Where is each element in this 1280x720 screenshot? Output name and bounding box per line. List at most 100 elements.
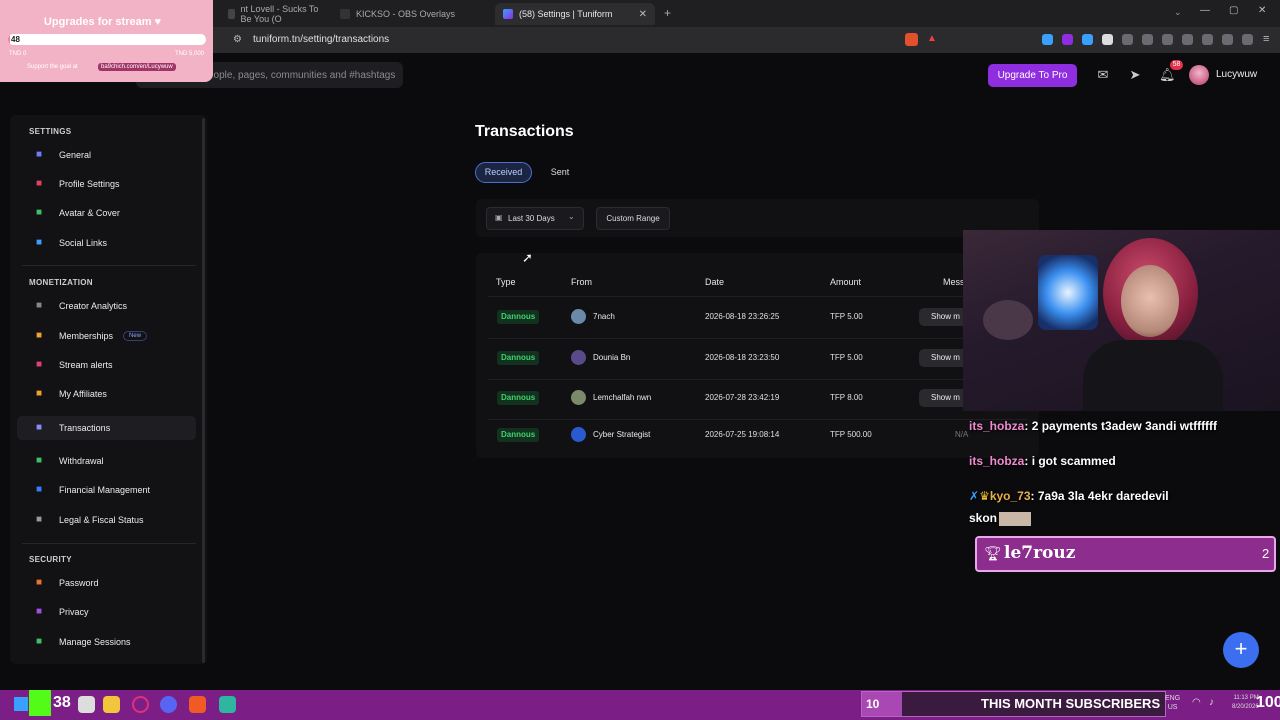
close-window-icon[interactable]: ✕	[1258, 5, 1266, 16]
vpn-icon[interactable]	[1242, 34, 1253, 45]
twitter-icon: ■	[35, 237, 43, 248]
file-explorer-icon[interactable]	[103, 696, 120, 713]
leo-icon[interactable]	[1222, 34, 1233, 45]
extension-icon[interactable]	[1042, 34, 1053, 45]
url-field[interactable]: tuniform.tn/setting/transactions	[253, 34, 389, 45]
page-title: Transactions	[475, 123, 574, 140]
from-name: 7nach	[593, 312, 615, 321]
from-name: Cyber Strategist	[593, 430, 651, 439]
speaker-icon[interactable]: ♪	[1209, 697, 1214, 708]
brave-icon[interactable]	[189, 696, 206, 713]
sword-badge-icon: ✗	[969, 489, 980, 503]
mouse-cursor-icon: ➚	[522, 250, 533, 265]
custom-range-button[interactable]: Custom Range	[596, 207, 670, 230]
broadcast-icon: ■	[35, 359, 43, 370]
tab-received[interactable]: Received	[475, 162, 532, 183]
upgrade-to-pro-button[interactable]: Upgrade To Pro	[988, 64, 1077, 87]
avatar	[571, 309, 586, 324]
trophy-icon: 🏆︎	[984, 545, 1002, 561]
sidebar-section-heading: SETTINGS	[29, 127, 72, 136]
system-clock[interactable]: 11:13 PM 8/20/2026	[1232, 694, 1259, 712]
image-icon: ■	[35, 207, 43, 218]
new-tab-icon[interactable]: +	[664, 6, 671, 20]
brave-shield-icon[interactable]	[905, 33, 918, 46]
sidebar-item-creator-analytics[interactable]: ■ Creator Analytics	[24, 294, 196, 318]
type-badge: Dannous	[497, 391, 540, 405]
show-message-button[interactable]: Show m	[919, 389, 969, 407]
amount-cell: TFP 5.00	[830, 353, 863, 362]
extension-icon[interactable]	[1122, 34, 1133, 45]
site-info-icon[interactable]: ⚙	[233, 34, 242, 45]
extension-icon[interactable]	[1062, 34, 1073, 45]
wallet-icon[interactable]	[1202, 34, 1213, 45]
crown-badge-icon: ♛	[979, 489, 990, 503]
extension-icon[interactable]	[1082, 34, 1093, 45]
sidebar-item-general[interactable]: ■ General	[24, 143, 196, 167]
new-badge: New	[123, 331, 148, 341]
username[interactable]: Lucywuw	[1216, 69, 1257, 80]
browser-tab-active[interactable]: (58) Settings | Tuniform ✕	[495, 3, 655, 25]
chat-message: ✗♛kyo_73: 7a9a 3la 4ekr daredevil	[969, 489, 1169, 503]
extension-icon[interactable]	[1162, 34, 1173, 45]
sidebar-item-label: Creator Analytics	[59, 301, 128, 311]
sidebar-toggle-icon[interactable]	[1182, 34, 1193, 45]
minimize-icon[interactable]: —	[1200, 5, 1210, 16]
sidebar-item-legal-fiscal-status[interactable]: ■ Legal & Fiscal Status	[24, 508, 196, 532]
inbox-icon[interactable]: ✉	[1095, 67, 1111, 83]
add-fab-button[interactable]: +	[1223, 632, 1259, 668]
sidebar-item-social-links[interactable]: ■ Social Links	[24, 231, 196, 255]
sidebar-item-stream-alerts[interactable]: ■ Stream alerts	[24, 353, 196, 377]
subscribers-label: THIS MONTH SUBSCRIBERS	[981, 696, 1161, 711]
sidebar-item-label: Withdrawal	[59, 456, 104, 466]
sessions-icon: ■	[35, 636, 43, 647]
show-message-button[interactable]: Show m	[919, 349, 969, 367]
language-indicator[interactable]: ENG US	[1165, 694, 1180, 712]
browser-tab[interactable]: nt Lovell - Sucks To Be You (O	[220, 3, 328, 25]
extensions-puzzle-icon[interactable]	[1142, 34, 1153, 45]
avatar[interactable]	[1189, 65, 1209, 85]
sidebar-item-withdrawal[interactable]: ■ Withdrawal	[24, 449, 196, 473]
column-header-from: From	[571, 277, 592, 287]
shield-icon: ■	[35, 606, 43, 617]
sidebar-item-privacy[interactable]: ■ Privacy	[24, 600, 196, 624]
sidebar-item-my-affiliates[interactable]: ■ My Affiliates	[24, 382, 196, 406]
webcam-overlay	[963, 230, 1280, 411]
header-divider	[488, 296, 1028, 297]
browser-tab[interactable]: KICKSO - OBS Overlays	[332, 3, 490, 25]
sidebar-item-manage-sessions[interactable]: ■ Manage Sessions	[24, 630, 196, 654]
windows-start-icon[interactable]	[14, 697, 28, 711]
brave-rewards-icon[interactable]: ▲	[927, 33, 937, 44]
sidebar-item-transactions[interactable]: ■ Transactions	[17, 416, 196, 440]
column-header-message: Mess	[943, 277, 965, 287]
show-message-button[interactable]: Show m	[919, 308, 969, 326]
sidebar-item-financial-management[interactable]: ■ Financial Management	[24, 478, 196, 502]
date-cell: 2026-07-28 23:42:19	[705, 393, 780, 402]
tuniform-favicon-icon	[503, 9, 513, 19]
clock-date: 8/20/2026	[1232, 704, 1259, 710]
tab-sent[interactable]: Sent	[540, 162, 580, 183]
extension-icon[interactable]	[1102, 34, 1113, 45]
chat-text: 2 payments t3adew 3andi wtffffff	[1031, 419, 1218, 433]
sidebar-item-memberships[interactable]: ■ Memberships New	[24, 324, 196, 348]
sidebar-divider	[22, 543, 196, 544]
document-icon: ■	[35, 514, 43, 525]
wrench-icon: ■	[35, 149, 43, 160]
sidebar-scrollbar[interactable]	[202, 118, 205, 663]
maximize-icon[interactable]: ▢	[1229, 5, 1238, 16]
menu-icon[interactable]: ≡	[1263, 33, 1269, 45]
sidebar-section-heading: MONETIZATION	[29, 278, 93, 287]
active-app-icon[interactable]	[219, 696, 236, 713]
task-view-icon[interactable]	[78, 696, 95, 713]
streamer-face	[1121, 265, 1179, 337]
tab-close-icon[interactable]: ✕	[639, 9, 647, 20]
sidebar-item-profile-settings[interactable]: ■ Profile Settings	[24, 172, 196, 196]
row-divider	[488, 419, 1028, 420]
send-icon[interactable]: ➤	[1127, 67, 1143, 83]
discord-icon[interactable]	[160, 696, 177, 713]
sidebar-item-password[interactable]: ■ Password	[24, 571, 196, 595]
obs-icon[interactable]	[132, 696, 149, 713]
tab-list-icon[interactable]: ⌄	[1174, 7, 1182, 18]
sidebar-item-avatar-cover[interactable]: ■ Avatar & Cover	[24, 201, 196, 225]
sidebar-item-label: My Affiliates	[59, 389, 107, 399]
wifi-icon[interactable]: ◠	[1192, 697, 1201, 708]
